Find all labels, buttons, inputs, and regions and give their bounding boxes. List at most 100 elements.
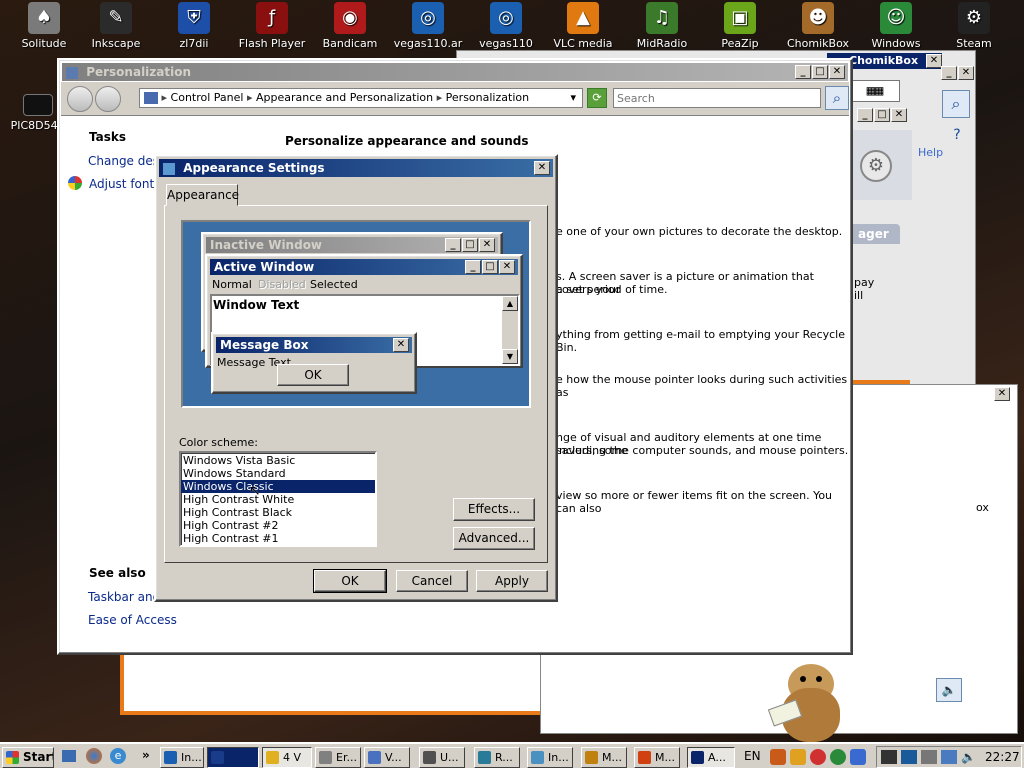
app-icon: ◉ bbox=[334, 2, 366, 34]
tray-app-icon[interactable] bbox=[921, 750, 937, 764]
taskbar-app-icon bbox=[638, 751, 651, 764]
desktop-icon-zl7dii[interactable]: ⛨ zl7dii bbox=[158, 2, 230, 56]
active-window-title: Active Window bbox=[214, 260, 315, 274]
color-scheme-option[interactable]: High Contrast Black bbox=[181, 506, 375, 519]
color-scheme-option[interactable]: High Contrast White bbox=[181, 493, 375, 506]
breadcrumb-appearance[interactable]: Appearance and Personalization bbox=[256, 91, 433, 104]
taskbar-button-label: R... bbox=[495, 751, 513, 764]
desktop-icon-label: VLC media bbox=[553, 37, 613, 50]
address-bar[interactable]: ▸ Control Panel ▸ Appearance and Persona… bbox=[139, 88, 583, 108]
taskbar-button[interactable]: In... bbox=[527, 747, 573, 768]
desktop-icon-inkscape[interactable]: ✎ Inkscape bbox=[80, 2, 152, 56]
taskbar-app-icon bbox=[531, 751, 544, 764]
language-indicator[interactable]: EN bbox=[744, 749, 761, 763]
control-panel-icon bbox=[144, 92, 158, 104]
search-icon[interactable]: ⌕ bbox=[942, 90, 970, 118]
taskbar-button[interactable]: R... bbox=[474, 747, 520, 768]
windows-logo-icon bbox=[6, 751, 19, 764]
breadcrumb-control-panel[interactable]: Control Panel bbox=[171, 91, 244, 104]
taskbar-button[interactable] bbox=[207, 747, 259, 768]
desktop-icon-solitude[interactable]: ♠ Solitude bbox=[8, 2, 80, 56]
search-icon[interactable]: ⌕ bbox=[825, 86, 849, 110]
color-scheme-option[interactable]: High Contrast #2 bbox=[181, 519, 375, 532]
color-scheme-option[interactable]: Windows Vista Basic bbox=[181, 454, 375, 467]
speaker-icon[interactable]: 🔈 bbox=[936, 678, 962, 702]
ie-icon[interactable]: e bbox=[110, 748, 126, 764]
chevron-down-icon[interactable]: ▾ bbox=[570, 89, 576, 107]
app-icon: ▲ bbox=[567, 2, 599, 34]
color-scheme-option[interactable]: Windows Standard bbox=[181, 467, 375, 480]
color-scheme-option[interactable]: High Contrast #1 bbox=[181, 532, 375, 545]
system-tray: 🔈 22:27 bbox=[876, 746, 1022, 768]
taskbar-button[interactable]: A... bbox=[687, 747, 735, 768]
help-link[interactable]: Help bbox=[918, 146, 943, 159]
search-input[interactable] bbox=[613, 88, 821, 108]
gear-icon[interactable]: ⚙ bbox=[860, 150, 892, 182]
desktop-icon-midradio[interactable]: ♫ MidRadio bbox=[626, 2, 698, 56]
desktop-icon-flash-player[interactable]: ƒ Flash Player bbox=[236, 2, 308, 56]
start-button[interactable]: Start bbox=[2, 747, 54, 768]
close-icon[interactable]: ✕ bbox=[534, 161, 550, 175]
back-button[interactable] bbox=[67, 86, 93, 112]
tray-app-icon[interactable] bbox=[830, 749, 846, 765]
advanced-button[interactable]: Advanced... bbox=[453, 527, 535, 550]
desktop-icon-label: MidRadio bbox=[636, 37, 688, 50]
desktop-icon-bandicam[interactable]: ◉ Bandicam bbox=[314, 2, 386, 56]
taskbar-button[interactable]: M... bbox=[581, 747, 627, 768]
chomik-text-1: pay bbox=[854, 276, 875, 289]
taskbar-app-icon bbox=[164, 751, 177, 764]
refresh-icon[interactable]: ⟳ bbox=[587, 88, 607, 108]
desktop-icon-chomikbox[interactable]: ☻ ChomikBox bbox=[782, 2, 854, 56]
quicklaunch-chevron-icon[interactable]: » bbox=[142, 748, 150, 762]
taskbar-button-label: V... bbox=[385, 751, 402, 764]
scroll-up-icon: ▲ bbox=[502, 296, 518, 311]
see-also-ease-of-access-link[interactable]: Ease of Access bbox=[88, 613, 177, 627]
desc-mouse-pointers: e how the mouse pointer looks during suc… bbox=[556, 373, 848, 399]
show-desktop-icon[interactable] bbox=[62, 750, 76, 762]
apply-button[interactable]: Apply bbox=[476, 570, 548, 592]
minimize-icon[interactable]: _ bbox=[795, 65, 811, 79]
ok-button[interactable]: OK bbox=[313, 569, 387, 593]
tray-app-icon[interactable] bbox=[810, 749, 826, 765]
desktop-icon-vegas110-ar[interactable]: ◎ vegas110.ar bbox=[392, 2, 464, 56]
taskbar-button[interactable]: In... bbox=[160, 747, 204, 768]
desktop-icon-steam[interactable]: ⚙ Steam bbox=[938, 2, 1010, 56]
desktop-icon-windows-live[interactable]: ☺Windows Live bbox=[860, 2, 932, 63]
taskbar-button[interactable]: 4 V bbox=[262, 747, 312, 768]
effects-button[interactable]: Effects... bbox=[453, 498, 535, 521]
tray-app-icon[interactable] bbox=[881, 750, 897, 764]
appearance-settings-dialog: Appearance Settings ✕ Appearance Inactiv… bbox=[154, 154, 558, 602]
close-icon[interactable]: ✕ bbox=[829, 65, 845, 79]
desktop-icon-peazip[interactable]: ▣ PeaZip bbox=[704, 2, 776, 56]
color-scheme-option[interactable]: Windows Classic bbox=[181, 480, 375, 493]
clock[interactable]: 22:27 bbox=[985, 750, 1020, 764]
volume-icon[interactable]: 🔈 bbox=[961, 750, 976, 764]
taskbar-button[interactable]: M... bbox=[634, 747, 680, 768]
desktop-icon-vegas110[interactable]: ◎ vegas110 bbox=[470, 2, 542, 56]
app-icon: ⚙ bbox=[958, 2, 990, 34]
tray-app-icon[interactable] bbox=[850, 749, 866, 765]
tray-app-icon[interactable] bbox=[790, 749, 806, 765]
maximize-icon[interactable]: □ bbox=[812, 65, 828, 79]
taskbar-button-label: M... bbox=[602, 751, 622, 764]
desktop-icon-label: Flash Player bbox=[238, 37, 306, 50]
firefox-icon[interactable] bbox=[86, 748, 102, 764]
tray-app-icon[interactable] bbox=[901, 750, 917, 764]
breadcrumb-personalization[interactable]: Personalization bbox=[446, 91, 529, 104]
network-icon[interactable] bbox=[941, 750, 957, 764]
color-scheme-label: Color scheme: bbox=[179, 436, 258, 449]
help-icon[interactable]: ? bbox=[944, 124, 970, 148]
cancel-button[interactable]: Cancel bbox=[396, 570, 468, 592]
close-icon[interactable]: ✕ bbox=[993, 387, 1013, 405]
forward-button[interactable] bbox=[95, 86, 121, 112]
desktop-icon-vlc-media[interactable]: ▲ VLC media bbox=[547, 2, 619, 56]
tab-appearance[interactable]: Appearance bbox=[166, 184, 239, 206]
taskbar-button[interactable]: U... bbox=[419, 747, 465, 768]
color-scheme-list[interactable]: Windows Vista Basic Windows Standard Windo… bbox=[179, 451, 377, 547]
taskbar-button[interactable]: V... bbox=[364, 747, 410, 768]
desktop-icon-label: vegas110 bbox=[479, 37, 533, 50]
chomik-tab[interactable]: ager bbox=[850, 224, 900, 244]
taskbar-button[interactable]: Er... bbox=[315, 747, 361, 768]
shield-icon bbox=[68, 176, 82, 190]
tray-app-icon[interactable] bbox=[770, 749, 786, 765]
